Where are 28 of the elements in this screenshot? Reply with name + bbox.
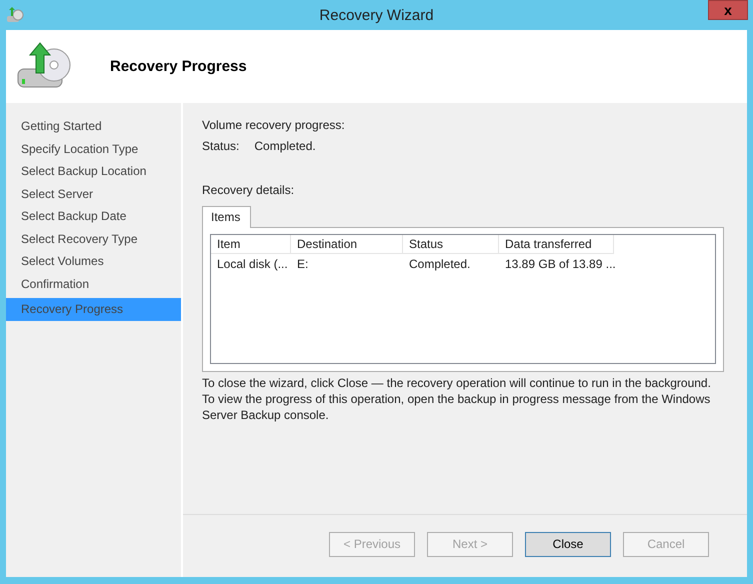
column-header[interactable]: Destination (291, 235, 403, 254)
wizard-button[interactable]: Close (525, 532, 611, 556)
wizard-step[interactable]: Select Backup Location (6, 160, 181, 182)
backup-icon (6, 6, 24, 24)
window-close-icon-button[interactable]: x (708, 0, 748, 20)
wizard-step[interactable]: Confirmation (6, 272, 181, 295)
column-header[interactable]: Data transferred (499, 235, 614, 254)
status-value: Completed. (254, 138, 316, 154)
wizard-step[interactable]: Select Recovery Type (6, 228, 181, 250)
page-title: Recovery Progress (110, 58, 247, 75)
window-title: Recovery Wizard (319, 6, 434, 24)
status-label: Status: (202, 138, 240, 154)
info-text: To view the progress of this operation, open the backup in progress message from the Windows Server Backup console. (202, 391, 712, 423)
column-header[interactable]: Status (403, 235, 499, 254)
table-cell-text: Local disk (... (216, 256, 289, 273)
wizard-step[interactable]: Getting Started (6, 115, 181, 138)
table-cell-text: 13.89 GB of 13.89 ... (504, 256, 614, 273)
wizard-step[interactable]: Specify Location Type (6, 138, 181, 160)
info-text: To close the wizard, click Close — the recovery operation will continue to run in the background. (202, 375, 712, 391)
progress-heading: Volume recovery progress: (202, 117, 346, 133)
wizard-step[interactable]: Select Server (6, 182, 181, 205)
wizard-step[interactable]: Select Backup Date (6, 205, 181, 228)
table-cell-text: Completed. (408, 256, 472, 273)
column-header[interactable]: Item (211, 235, 291, 254)
table-cell-text: E: (296, 256, 310, 273)
items-tab[interactable]: Items (202, 206, 252, 228)
details-heading: Recovery details: (202, 182, 296, 198)
wizard-step[interactable]: Select Volumes (6, 250, 181, 272)
